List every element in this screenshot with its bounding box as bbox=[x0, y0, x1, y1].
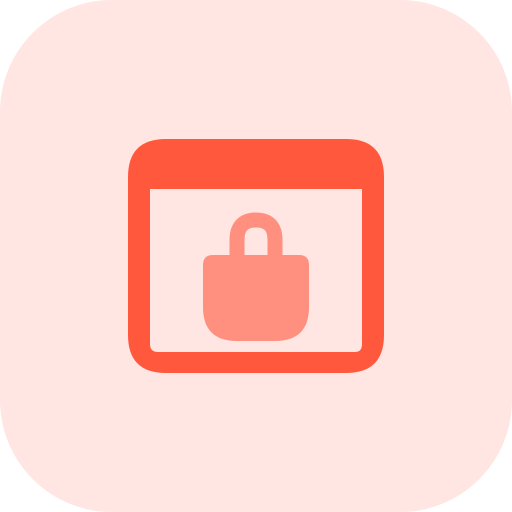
lock-shackle bbox=[229, 212, 283, 266]
lock-body bbox=[203, 255, 309, 341]
browser-window-icon bbox=[128, 139, 384, 373]
secure-browser-icon bbox=[0, 0, 512, 512]
app-icon-tile bbox=[0, 0, 512, 512]
